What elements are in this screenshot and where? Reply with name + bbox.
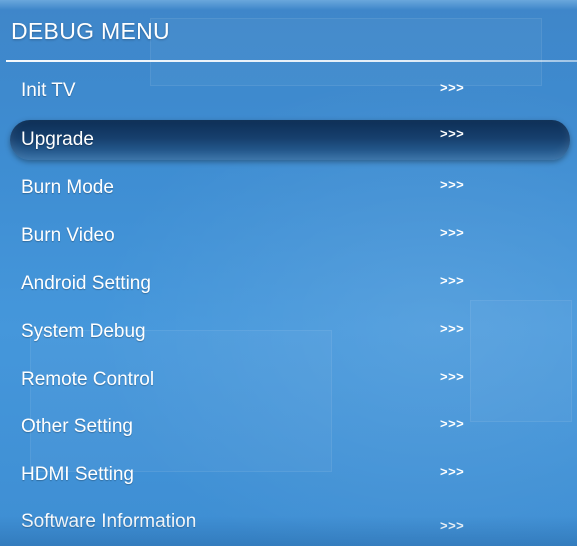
menu-item-label: Burn Mode	[21, 177, 114, 198]
menu-item-label: Android Setting	[21, 273, 151, 294]
menu-title: DEBUG MENU	[11, 18, 170, 44]
menu-item-remote-control[interactable]: Remote Control >>>	[10, 363, 570, 399]
submenu-arrows-icon: >>>	[440, 177, 465, 192]
menu-item-upgrade[interactable]: Upgrade >>>	[10, 120, 570, 160]
menu-item-burn-video[interactable]: Burn Video >>>	[10, 219, 570, 255]
menu-item-label: Upgrade	[21, 129, 94, 150]
bottom-fade	[0, 516, 577, 546]
top-band	[0, 0, 577, 10]
menu-item-burn-mode[interactable]: Burn Mode >>>	[10, 171, 570, 207]
menu-item-label: Remote Control	[21, 369, 155, 390]
menu-item-label: Init TV	[21, 80, 76, 101]
menu-item-label: Burn Video	[21, 225, 115, 246]
submenu-arrows-icon: >>>	[440, 225, 465, 240]
submenu-arrows-icon: >>>	[440, 369, 465, 384]
submenu-arrows-icon: >>>	[440, 464, 465, 479]
debug-menu-list: Init TV >>> Upgrade >>> Burn Mode >>> Bu…	[0, 68, 577, 546]
menu-item-other-setting[interactable]: Other Setting >>>	[10, 410, 570, 446]
submenu-arrows-icon: >>>	[440, 416, 465, 431]
menu-item-system-debug[interactable]: System Debug >>>	[10, 315, 570, 351]
menu-item-label: Other Setting	[21, 416, 133, 437]
tv-screen: DEBUG MENU Init TV >>> Upgrade >>> Burn …	[0, 0, 577, 546]
title-divider	[6, 60, 577, 62]
menu-item-hdmi-setting[interactable]: HDMI Setting >>>	[10, 458, 570, 494]
submenu-arrows-icon: >>>	[440, 126, 465, 141]
submenu-arrows-icon: >>>	[440, 273, 465, 288]
submenu-arrows-icon: >>>	[440, 80, 465, 95]
menu-item-android-setting[interactable]: Android Setting >>>	[10, 267, 570, 303]
menu-item-init-tv[interactable]: Init TV >>>	[10, 74, 570, 110]
submenu-arrows-icon: >>>	[440, 321, 465, 336]
menu-item-label: System Debug	[21, 321, 146, 342]
menu-item-label: HDMI Setting	[21, 464, 134, 485]
